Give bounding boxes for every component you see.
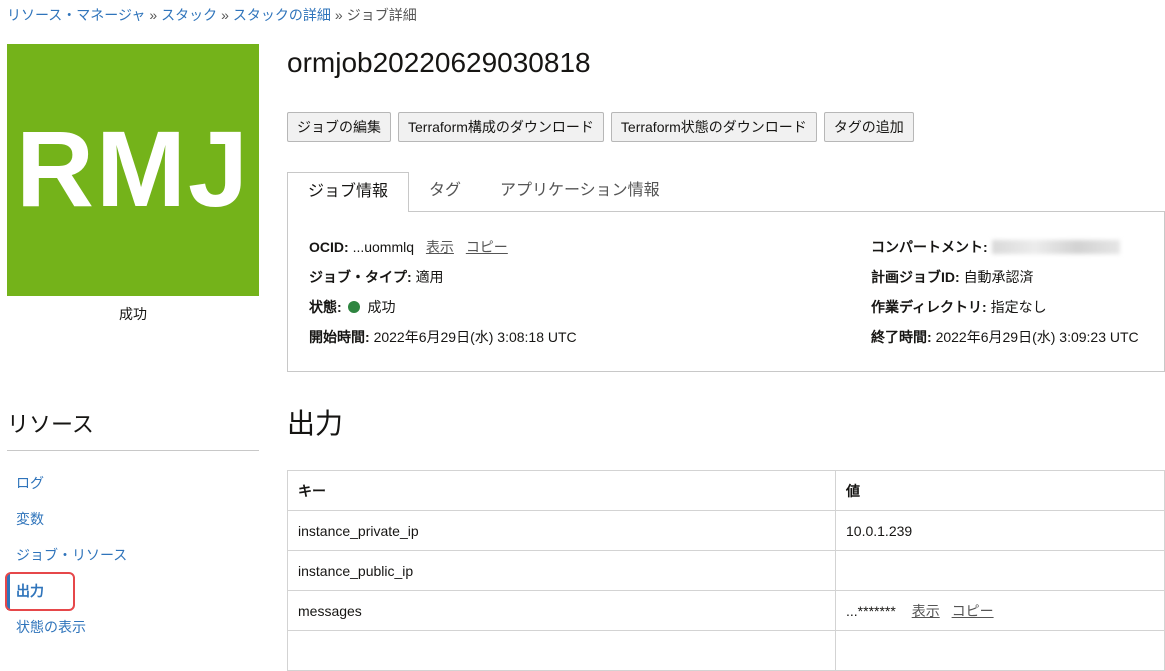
download-terraform-state-button[interactable]: Terraform状態のダウンロード — [610, 112, 817, 142]
start-time-row: 開始時間: 2022年6月29日(水) 3:08:18 UTC — [309, 327, 577, 347]
output-value — [835, 630, 1165, 671]
ocid-value: ...uommlq — [352, 239, 415, 255]
working-directory-value: 指定なし — [990, 299, 1047, 315]
breadcrumb-resource-manager[interactable]: リソース・マネージャ — [7, 7, 145, 23]
job-type-label: ジョブ・タイプ: — [309, 269, 412, 285]
job-info-panel: OCID: ...uommlq 表示 コピー ジョブ・タイプ: 適用 状態: 成… — [287, 211, 1165, 372]
outputs-title: 出力 — [287, 408, 344, 439]
resources-nav: ログ 変数 ジョブ・リソース 出力 状態の表示 — [7, 466, 259, 646]
state-value: 成功 — [367, 299, 396, 315]
output-value: 10.0.1.239 — [835, 510, 1165, 551]
end-time-label: 終了時間: — [871, 329, 932, 345]
tab-tags[interactable]: タグ — [429, 172, 461, 212]
breadcrumb-stacks[interactable]: スタック — [161, 7, 217, 23]
success-status-dot-icon — [347, 301, 360, 313]
tab-application-info[interactable]: アプリケーション情報 — [500, 172, 660, 212]
plan-job-id-value: 自動承認済 — [963, 269, 1034, 285]
breadcrumb-stack-details[interactable]: スタックの詳細 — [233, 7, 331, 23]
job-type-row: ジョブ・タイプ: 適用 — [309, 267, 444, 287]
table-row — [287, 630, 1165, 671]
output-value-cell: ...******* 表示 コピー — [835, 590, 1165, 631]
compartment-label: コンパートメント: — [871, 239, 988, 255]
resources-divider — [7, 450, 259, 451]
sidebar-item-variables[interactable]: 変数 — [7, 502, 259, 538]
breadcrumb-separator: » — [221, 7, 229, 23]
state-row: 状態: 成功 — [309, 297, 395, 317]
output-show-link[interactable]: 表示 — [912, 603, 940, 619]
edit-job-button[interactable]: ジョブの編集 — [287, 112, 391, 142]
working-directory-label: 作業ディレクトリ: — [871, 299, 987, 315]
table-row: instance_private_ip 10.0.1.239 — [287, 510, 1165, 551]
breadcrumb-separator: » — [149, 7, 158, 23]
job-logo-status: 成功 — [119, 306, 147, 322]
ocid-show-link[interactable]: 表示 — [426, 239, 454, 255]
output-key — [287, 630, 836, 671]
job-logo-text: RMJ — [15, 108, 251, 229]
ocid-label: OCID: — [309, 239, 349, 255]
tab-job-info[interactable]: ジョブ情報 — [287, 172, 409, 212]
column-header-value[interactable]: 値 — [835, 470, 1165, 511]
output-copy-link[interactable]: コピー — [952, 603, 994, 619]
plan-job-id-row: 計画ジョブID: 自動承認済 — [871, 267, 1034, 287]
sidebar-item-job-resources[interactable]: ジョブ・リソース — [7, 538, 259, 574]
column-header-key[interactable]: キー — [287, 470, 836, 511]
table-header-row: キー 値 — [287, 470, 1165, 511]
end-time-row: 終了時間: 2022年6月29日(水) 3:09:23 UTC — [871, 327, 1139, 347]
output-key: instance_private_ip — [287, 510, 836, 551]
breadcrumb-separator: » — [334, 7, 343, 23]
add-tags-button[interactable]: タグの追加 — [823, 112, 914, 142]
resources-title: リソース — [7, 412, 94, 437]
output-value — [835, 550, 1165, 591]
table-row: messages ...******* 表示 コピー — [287, 590, 1165, 631]
plan-job-id-label: 計画ジョブID: — [871, 269, 960, 285]
detail-tabs: ジョブ情報 タグ アプリケーション情報 — [287, 172, 1165, 212]
breadcrumb-current: ジョブ詳細 — [346, 7, 417, 23]
outputs-highlight-frame — [5, 572, 75, 611]
table-row: instance_public_ip — [287, 550, 1165, 591]
download-terraform-config-button[interactable]: Terraform構成のダウンロード — [398, 112, 604, 142]
compartment-value-redacted — [991, 240, 1120, 254]
page-title: ormjob20220629030818 — [287, 47, 591, 78]
start-time-value: 2022年6月29日(水) 3:08:18 UTC — [373, 329, 577, 345]
output-value: ...******* — [846, 602, 896, 619]
ocid-copy-link[interactable]: コピー — [466, 239, 508, 255]
state-label: 状態: — [309, 299, 342, 315]
sidebar-item-view-state[interactable]: 状態の表示 — [7, 610, 259, 646]
job-type-value: 適用 — [415, 269, 444, 285]
outputs-table: キー 値 instance_private_ip 10.0.1.239 inst… — [287, 470, 1165, 671]
sidebar-item-logs[interactable]: ログ — [7, 466, 259, 502]
compartment-row: コンパートメント: — [871, 237, 1120, 257]
output-key: instance_public_ip — [287, 550, 836, 591]
job-logo: RMJ — [7, 44, 259, 296]
action-bar: ジョブの編集 Terraform構成のダウンロード Terraform状態のダウ… — [287, 112, 914, 142]
start-time-label: 開始時間: — [309, 329, 370, 345]
end-time-value: 2022年6月29日(水) 3:09:23 UTC — [935, 329, 1139, 345]
ocid-row: OCID: ...uommlq 表示 コピー — [309, 237, 508, 257]
output-key: messages — [287, 590, 836, 631]
breadcrumb: リソース・マネージャ» スタック» スタックの詳細» ジョブ詳細 — [7, 5, 417, 25]
working-directory-row: 作業ディレクトリ: 指定なし — [871, 297, 1047, 317]
